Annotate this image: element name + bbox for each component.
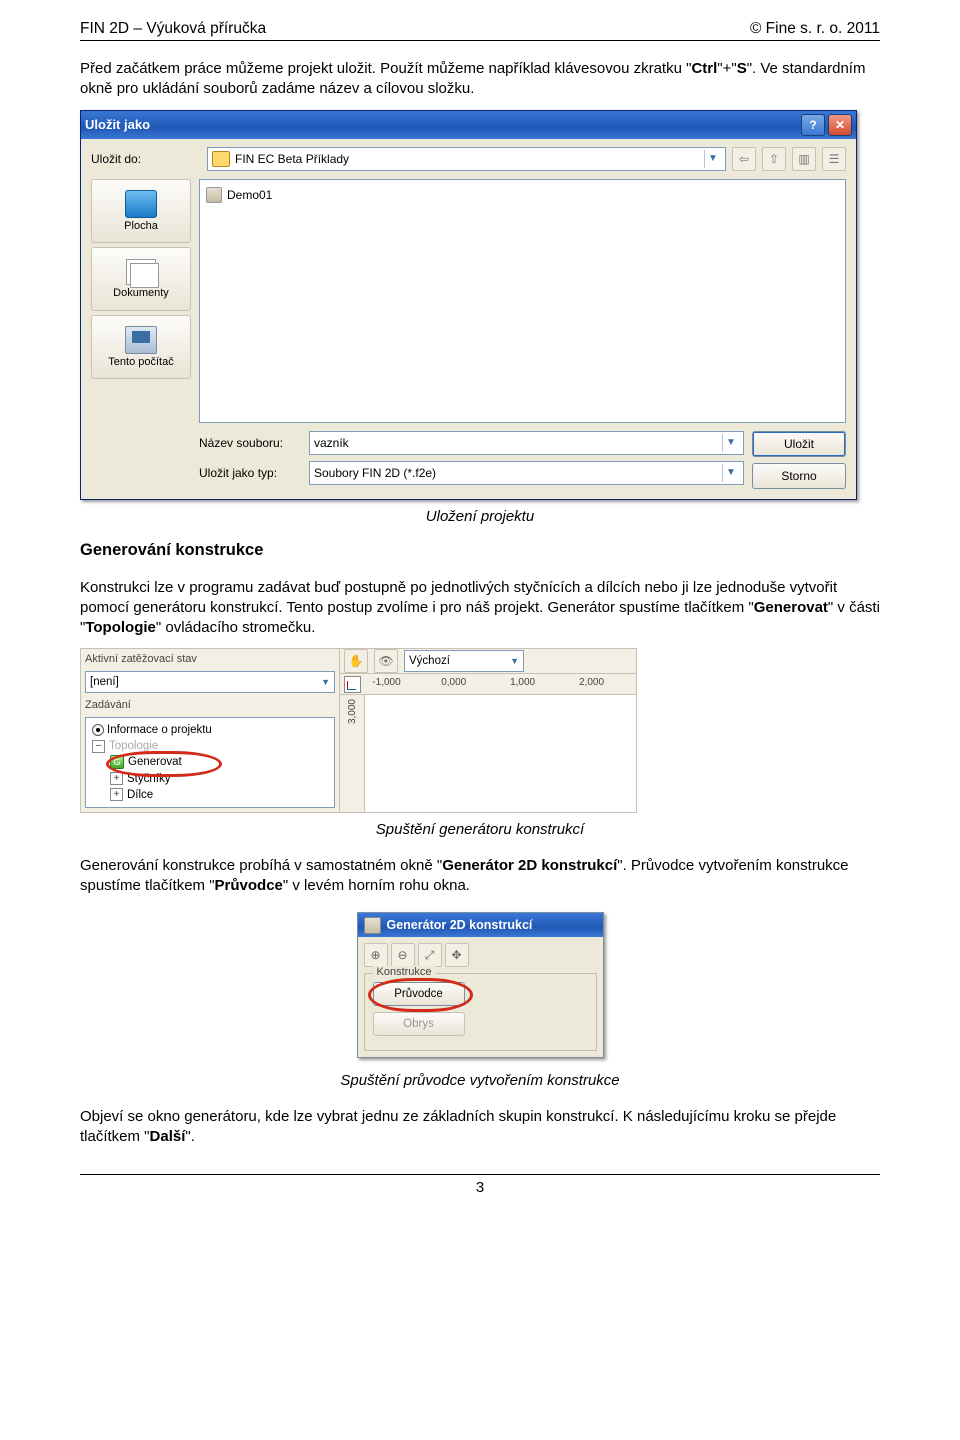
generator-dialog: Generátor 2D konstrukcí ⊕ ⊖ ⤢ ✥ Konstruk… — [357, 912, 604, 1058]
folder-combo[interactable]: FIN EC Beta Příklady ▼ — [207, 147, 726, 171]
figure-caption: Spuštění generátoru konstrukcí — [80, 821, 880, 838]
places-sidebar: Plocha Dokumenty Tento počítač — [91, 179, 191, 423]
input-section-label: Zadávání — [85, 699, 335, 711]
close-icon[interactable]: ✕ — [828, 114, 852, 136]
axis-icon — [344, 676, 361, 693]
folder-icon — [212, 151, 230, 167]
place-documents[interactable]: Dokumenty — [91, 247, 191, 311]
generator-titlebar: Generátor 2D konstrukcí — [358, 913, 603, 937]
place-desktop[interactable]: Plocha — [91, 179, 191, 243]
view-list-icon[interactable]: ☰ — [822, 147, 846, 171]
outline-button: Obrys — [373, 1012, 465, 1036]
zoom-fit-icon[interactable]: ⤢ — [418, 943, 442, 967]
figure-caption: Uložení projektu — [80, 508, 880, 525]
nav-tree: Informace o projektu – Topologie G Gener… — [85, 717, 335, 807]
place-computer[interactable]: Tento počítač — [91, 315, 191, 379]
tree-node-topology[interactable]: – Topologie — [92, 738, 330, 754]
zoom-out-icon[interactable]: ⊖ — [391, 943, 415, 967]
topology-screenshot: Aktivní zatěžovací stav [není] ▼ Zadáván… — [80, 648, 637, 812]
filename-label: Název souboru: — [199, 436, 301, 450]
save-to-label: Uložit do: — [91, 152, 201, 166]
chevron-down-icon[interactable]: ▼ — [321, 677, 330, 687]
file-list[interactable]: Demo01 — [199, 179, 846, 423]
filetype-field[interactable]: Soubory FIN 2D (*.f2e) ▼ — [309, 461, 744, 485]
eye-icon[interactable]: 👁 — [374, 649, 398, 673]
figure-caption: Spuštění průvodce vytvořením konstrukce — [80, 1072, 880, 1089]
chevron-down-icon[interactable]: ▼ — [722, 434, 739, 452]
filename-field[interactable]: vazník ▼ — [309, 431, 744, 455]
nav-back-icon[interactable]: ⇦ — [732, 147, 756, 171]
collapse-icon[interactable]: – — [92, 740, 105, 753]
expand-icon[interactable]: + — [110, 788, 123, 801]
computer-icon — [125, 326, 157, 354]
expand-icon[interactable]: + — [110, 772, 123, 785]
tree-node-joints[interactable]: + Styčníky — [92, 771, 330, 787]
save-as-dialog: Uložit jako ? ✕ Uložit do: FIN EC Beta P… — [80, 110, 857, 500]
tree-node-info[interactable]: Informace o projektu — [92, 722, 330, 738]
construction-group: Konstrukce Průvodce Obrys — [364, 973, 597, 1051]
chevron-down-icon[interactable]: ▼ — [510, 656, 519, 666]
desktop-icon — [125, 190, 157, 218]
filetype-label: Uložit jako typ: — [199, 466, 301, 480]
ruler-vertical: 3,000 — [340, 695, 365, 811]
save-button[interactable]: Uložit — [752, 431, 846, 457]
section1-paragraph: Konstrukci lze v programu zadávat buď po… — [80, 578, 880, 639]
dialog-titlebar: Uložit jako ? ✕ — [81, 111, 856, 139]
drawing-canvas[interactable] — [365, 695, 636, 811]
dialog-title: Uložit jako — [85, 117, 150, 132]
header-right: © Fine s. r. o. 2011 — [750, 20, 880, 38]
file-icon — [206, 187, 222, 203]
list-item[interactable]: Demo01 — [206, 186, 839, 204]
chevron-down-icon[interactable]: ▼ — [704, 150, 721, 168]
group-label: Konstrukce — [373, 966, 436, 978]
page-header: FIN 2D – Výuková příručka © Fine s. r. o… — [80, 20, 880, 41]
folder-name: FIN EC Beta Příklady — [235, 152, 349, 166]
section-heading: Generování konstrukce — [80, 541, 880, 560]
intro-paragraph: Před začátkem práce můžeme projekt uloži… — [80, 59, 880, 100]
cancel-button[interactable]: Storno — [752, 463, 846, 489]
documents-icon — [126, 259, 156, 285]
app-icon — [364, 917, 381, 934]
pan-icon[interactable]: ✥ — [445, 943, 469, 967]
header-left: FIN 2D – Výuková příručka — [80, 20, 266, 38]
hand-icon[interactable]: ✋ — [344, 649, 368, 673]
help-icon[interactable]: ? — [801, 114, 825, 136]
wizard-button[interactable]: Průvodce — [373, 982, 465, 1006]
radio-icon — [92, 724, 104, 736]
zoom-in-icon[interactable]: ⊕ — [364, 943, 388, 967]
nav-up-icon[interactable]: ⇧ — [762, 147, 786, 171]
page-number: 3 — [80, 1174, 880, 1196]
tree-node-generate[interactable]: G Generovat — [92, 754, 330, 770]
generator-title: Generátor 2D konstrukcí — [387, 918, 533, 932]
generator-toolbar: ⊕ ⊖ ⤢ ✥ — [364, 943, 597, 967]
chevron-down-icon[interactable]: ▼ — [722, 464, 739, 482]
ruler-horizontal: -1,000 0,000 1,000 2,000 — [367, 673, 632, 695]
view-grid-icon[interactable]: ▥ — [792, 147, 816, 171]
section2-paragraph: Generování konstrukce probíhá v samostat… — [80, 856, 880, 897]
lightning-icon: G — [110, 755, 124, 769]
load-state-label: Aktivní zatěžovací stav — [85, 653, 335, 665]
load-state-combo[interactable]: [není] ▼ — [85, 671, 335, 693]
section3-paragraph: Objeví se okno generátoru, kde lze vybra… — [80, 1107, 880, 1148]
save-toolbar: Uložit do: FIN EC Beta Příklady ▼ ⇦ ⇧ ▥ … — [91, 147, 846, 171]
view-combo[interactable]: Výchozí ▼ — [404, 650, 524, 672]
tree-node-members[interactable]: + Dílce — [92, 787, 330, 803]
